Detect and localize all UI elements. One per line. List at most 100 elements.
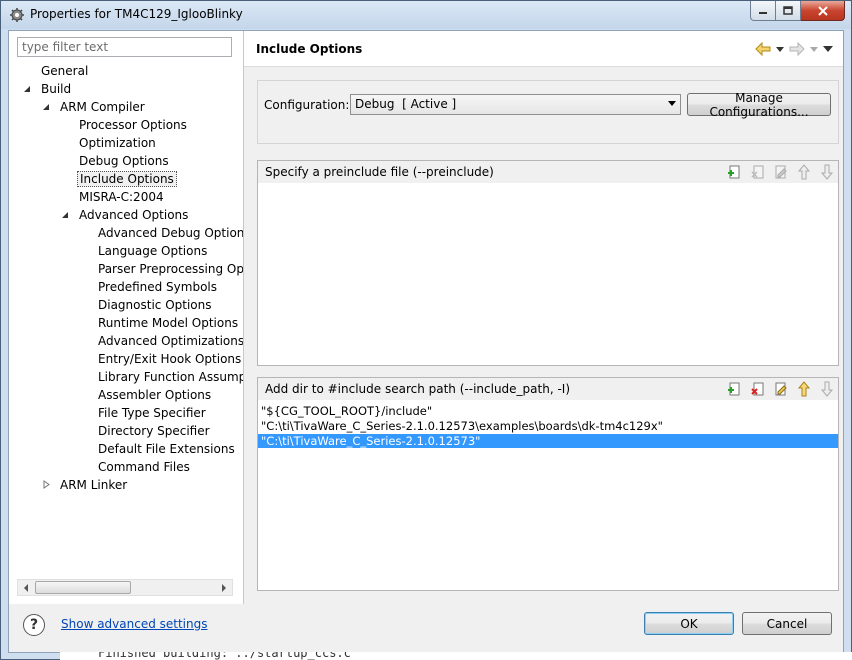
tree-item-label: Debug Options — [79, 154, 169, 168]
tree-item[interactable]: Diagnostic Options — [96, 296, 214, 314]
include-path-item[interactable]: "C:\ti\TivaWare_C_Series-2.1.0.12573" — [258, 434, 838, 448]
background-console: Finished building: ../startup_ccs.c — [60, 652, 852, 660]
filter-input[interactable] — [17, 37, 232, 57]
back-history-dropdown-icon[interactable] — [775, 41, 785, 57]
background-console-text: Finished building: ../startup_ccs.c — [98, 652, 351, 660]
move-up-icon — [795, 163, 813, 181]
scroll-right-arrow-icon[interactable] — [216, 580, 232, 595]
back-arrow-icon[interactable] — [755, 41, 771, 57]
tree-item[interactable]: File Type Specifier — [96, 404, 208, 422]
help-icon[interactable]: ? — [23, 614, 45, 636]
tree-horizontal-scrollbar[interactable] — [17, 579, 233, 596]
tree-expanded-icon[interactable] — [61, 210, 70, 219]
move-down-icon — [818, 380, 836, 398]
tree-item-label: Advanced Debug Options — [98, 226, 243, 240]
tree-item[interactable]: Command Files — [96, 458, 192, 476]
tree-item-label: Include Options — [77, 171, 177, 187]
edit-icon — [772, 163, 790, 181]
tree-item[interactable]: Advanced Debug Options — [96, 224, 243, 242]
preinclude-header: Specify a preinclude file (--preinclude) — [258, 161, 838, 183]
tree-expanded-icon[interactable] — [42, 102, 51, 111]
tree-item-label: Entry/Exit Hook Options — [98, 352, 242, 366]
move-down-icon — [818, 163, 836, 181]
properties-dialog: Properties for TM4C129_IglooBlinky Gener… — [0, 0, 852, 660]
tree-item-label: Parser Preprocessing Opti — [98, 262, 243, 276]
title-bar[interactable]: Properties for TM4C129_IglooBlinky — [1, 1, 851, 29]
tree-item[interactable]: Predefined Symbols — [96, 278, 219, 296]
property-page: Include Options Configuration: Debug [A… — [244, 31, 843, 604]
preinclude-title: Specify a preinclude file (--preinclude) — [265, 165, 494, 179]
scrollbar-thumb[interactable] — [35, 581, 131, 594]
preinclude-section: Specify a preinclude file (--preinclude) — [257, 160, 839, 366]
tree-item[interactable]: Directory Specifier — [96, 422, 212, 440]
tree-item[interactable]: Build — [24, 80, 73, 98]
tree-item-label: Processor Options — [79, 118, 187, 132]
add-icon[interactable] — [726, 380, 744, 398]
tree-collapsed-icon[interactable] — [42, 480, 51, 489]
configuration-group: Configuration: Debug [ Active ] Manage C… — [257, 80, 839, 144]
page-title: Include Options — [256, 42, 363, 56]
minimize-button[interactable] — [750, 1, 776, 21]
configuration-select[interactable]: Debug [ Active ] — [350, 94, 681, 115]
add-icon[interactable] — [726, 163, 744, 181]
forward-history-dropdown-icon — [809, 41, 819, 57]
show-advanced-settings-link[interactable]: Show advanced settings — [61, 617, 208, 631]
tree-item-label: Command Files — [98, 460, 190, 474]
tree-item[interactable]: Entry/Exit Hook Options — [96, 350, 243, 368]
view-menu-icon[interactable] — [823, 41, 833, 57]
tree-item[interactable]: Assembler Options — [96, 386, 213, 404]
tree-item-label: File Type Specifier — [98, 406, 206, 420]
tree-expanded-icon[interactable] — [23, 84, 32, 93]
tree-item[interactable]: Processor Options — [77, 116, 189, 134]
tree-item[interactable]: Default File Extensions — [96, 440, 237, 458]
minimize-icon — [759, 11, 767, 14]
tree-item[interactable]: ARM Linker — [43, 476, 129, 494]
tree-item[interactable]: MISRA-C:2004 — [77, 188, 166, 206]
preinclude-list[interactable] — [258, 183, 838, 365]
tree-item[interactable]: General — [39, 62, 90, 80]
caption-buttons — [750, 1, 845, 21]
manage-configurations-button[interactable]: Manage Configurations... — [687, 91, 831, 119]
tree-item-label: Library Function Assumpt — [98, 370, 243, 384]
tree-item[interactable]: Advanced Options — [62, 206, 190, 224]
preinclude-toolbar — [726, 163, 836, 181]
tree-item[interactable]: Debug Options — [77, 152, 171, 170]
tree-item[interactable]: Parser Preprocessing Opti — [96, 260, 243, 278]
include-path-item[interactable]: "C:\ti\TivaWare_C_Series-2.1.0.12573\exa… — [258, 419, 838, 433]
ok-button[interactable]: OK — [644, 612, 734, 635]
chevron-down-icon — [668, 101, 676, 106]
page-navigation — [755, 41, 833, 57]
tree-item[interactable]: Library Function Assumpt — [96, 368, 243, 386]
move-up-icon[interactable] — [795, 380, 813, 398]
window-title: Properties for TM4C129_IglooBlinky — [30, 7, 243, 21]
include-path-toolbar — [726, 380, 836, 398]
app-gear-icon — [10, 8, 24, 22]
include-path-header: Add dir to #include search path (--inclu… — [258, 378, 838, 400]
maximize-button[interactable] — [776, 1, 801, 21]
tree-item[interactable]: Advanced Optimizations — [96, 332, 243, 350]
tree-item[interactable]: Runtime Model Options — [96, 314, 240, 332]
tree-item-label: Directory Specifier — [98, 424, 210, 438]
include-path-title: Add dir to #include search path (--inclu… — [265, 382, 571, 396]
cancel-button[interactable]: Cancel — [742, 612, 832, 635]
include-path-section: Add dir to #include search path (--inclu… — [257, 377, 839, 591]
tree-item-label: Build — [41, 82, 72, 96]
dialog-client-area: General Build ARM Compiler Processor Option… — [8, 30, 844, 653]
delete-icon[interactable] — [749, 380, 767, 398]
include-path-list[interactable]: "${CG_TOOL_ROOT}/include" "C:\ti\TivaWare… — [258, 400, 838, 590]
close-icon — [817, 5, 828, 16]
tree-item-label: ARM Compiler — [60, 100, 145, 114]
tree-item[interactable]: Language Options — [96, 242, 209, 260]
edit-icon[interactable] — [772, 380, 790, 398]
configuration-selected-value: Debug [ Active ] — [355, 97, 457, 111]
scroll-left-arrow-icon[interactable] — [18, 580, 34, 595]
tree-item-label: Default File Extensions — [98, 442, 235, 456]
tree-item[interactable]: Optimization — [77, 134, 158, 152]
tree-item-label: Diagnostic Options — [98, 298, 212, 312]
tree-item-label: Assembler Options — [98, 388, 212, 402]
include-path-item[interactable]: "${CG_TOOL_ROOT}/include" — [258, 404, 838, 418]
close-button[interactable] — [801, 1, 845, 21]
tree-item-label: Language Options — [98, 244, 208, 258]
tree-item[interactable]: Include Options — [77, 170, 177, 188]
tree-item[interactable]: ARM Compiler — [43, 98, 147, 116]
